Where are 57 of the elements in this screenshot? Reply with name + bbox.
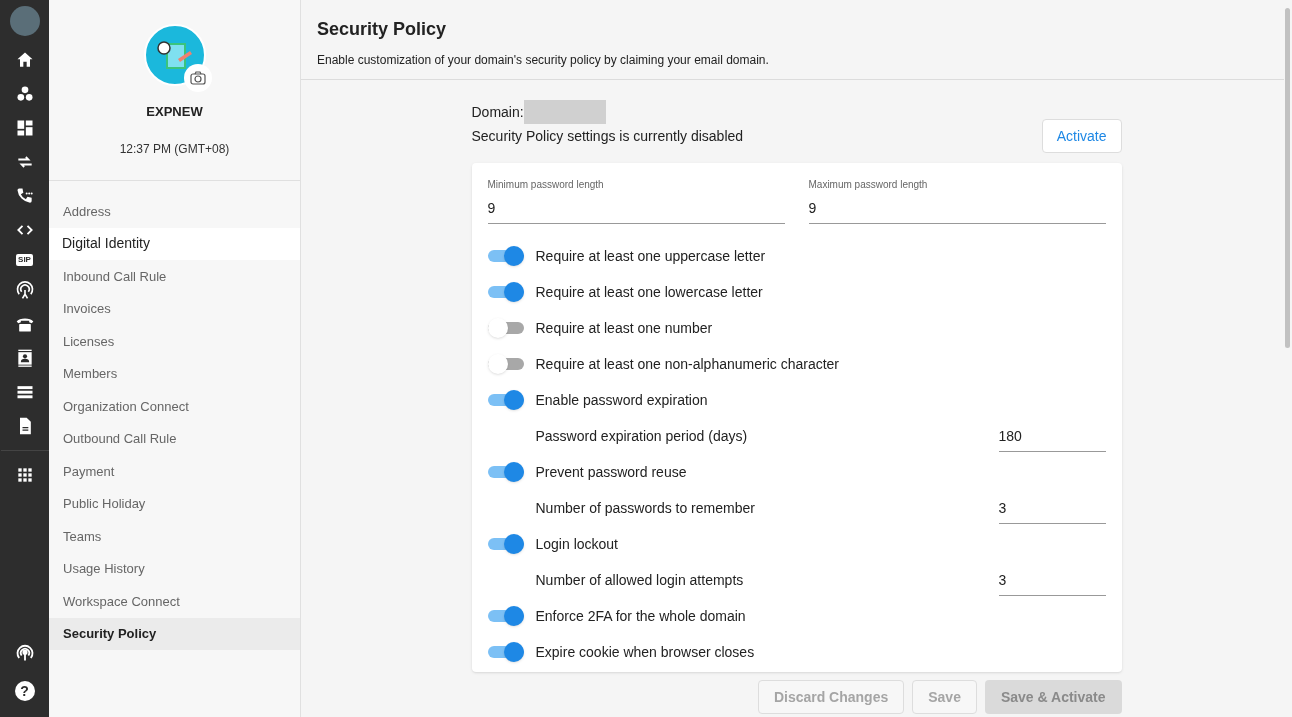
toggle-switch[interactable] [487, 354, 524, 374]
domain-label: Domain: [471, 102, 524, 122]
sip-badge[interactable]: SIP [16, 254, 33, 266]
toggle-switch[interactable] [487, 642, 524, 662]
menu-item[interactable]: Address [49, 195, 300, 228]
menu-item[interactable]: Licenses [49, 325, 300, 358]
help-button[interactable]: ? [14, 681, 35, 701]
input-field[interactable]: 180 [998, 420, 1106, 452]
page-description: Enable customization of your domain's security policy by claiming your email domain. [317, 52, 770, 69]
toggle-switch[interactable] [487, 246, 524, 266]
setting-label: Require at least one uppercase letter [535, 246, 766, 266]
setting-label: Require at least one number [535, 318, 713, 338]
menu-item[interactable]: Public Holiday [49, 487, 300, 520]
setting-label: Password expiration period (days) [535, 426, 749, 446]
menu-item[interactable]: Outbound Call Rule [49, 422, 300, 455]
setting-label: Enforce 2FA for the whole domain [535, 606, 746, 626]
input-field[interactable]: 9 [808, 198, 1106, 224]
setting-label: Prevent password reuse [535, 462, 687, 482]
camera-icon [189, 71, 206, 85]
toggle-switch[interactable] [487, 534, 524, 554]
setting-label: Expire cookie when browser closes [535, 642, 755, 662]
menu-item[interactable]: Workspace Connect [49, 585, 300, 618]
input-field[interactable]: 9 [487, 198, 785, 224]
avatar-photo-placeholder[interactable] [9, 6, 40, 36]
field-label: Minimum password length [487, 178, 605, 192]
menu-item[interactable]: Digital Identity [49, 227, 300, 260]
broadcast-icon[interactable] [14, 643, 35, 663]
toggle-switch[interactable] [487, 318, 524, 338]
menu-item[interactable]: Teams [49, 520, 300, 553]
camera-button[interactable] [183, 64, 212, 92]
menu-item[interactable]: Usage History [49, 552, 300, 585]
setting-label: Require at least one non-alphanumeric character [535, 354, 839, 374]
local-time: 12:37 PM (GMT+08) [119, 140, 230, 158]
setting-label: Enable password expiration [535, 390, 708, 410]
setting-label: Number of passwords to remember [535, 498, 756, 518]
toggle-switch[interactable] [487, 606, 524, 626]
menu-item[interactable]: Organization Connect [49, 390, 300, 423]
organization-name: EXPNEW [146, 103, 203, 121]
menu-item[interactable]: Inbound Call Rule [49, 260, 300, 293]
menu-item[interactable]: Members [49, 357, 300, 390]
page-title: Security Policy [317, 18, 448, 41]
setting-label: Login lockout [535, 534, 618, 554]
input-field[interactable]: 3 [998, 492, 1106, 524]
activate-button[interactable]: Activate [1041, 119, 1122, 153]
setting-label: Number of allowed login attempts [535, 570, 745, 590]
toggle-switch[interactable] [487, 282, 524, 302]
menu-item[interactable]: Payment [49, 455, 300, 488]
antenna-icon[interactable] [14, 280, 35, 300]
toggle-switch[interactable] [487, 390, 524, 410]
toggle-switch[interactable] [487, 462, 524, 482]
menu-item[interactable]: Invoices [49, 292, 300, 325]
checklist-icon [155, 39, 194, 71]
input-field[interactable]: 3 [998, 564, 1106, 596]
field-label: Maximum password length [808, 178, 929, 192]
status-text: Security Policy settings is currently disabled [471, 127, 744, 146]
menu-item[interactable]: Security Policy [49, 617, 300, 650]
setting-label: Require at least one lowercase letter [535, 282, 763, 302]
